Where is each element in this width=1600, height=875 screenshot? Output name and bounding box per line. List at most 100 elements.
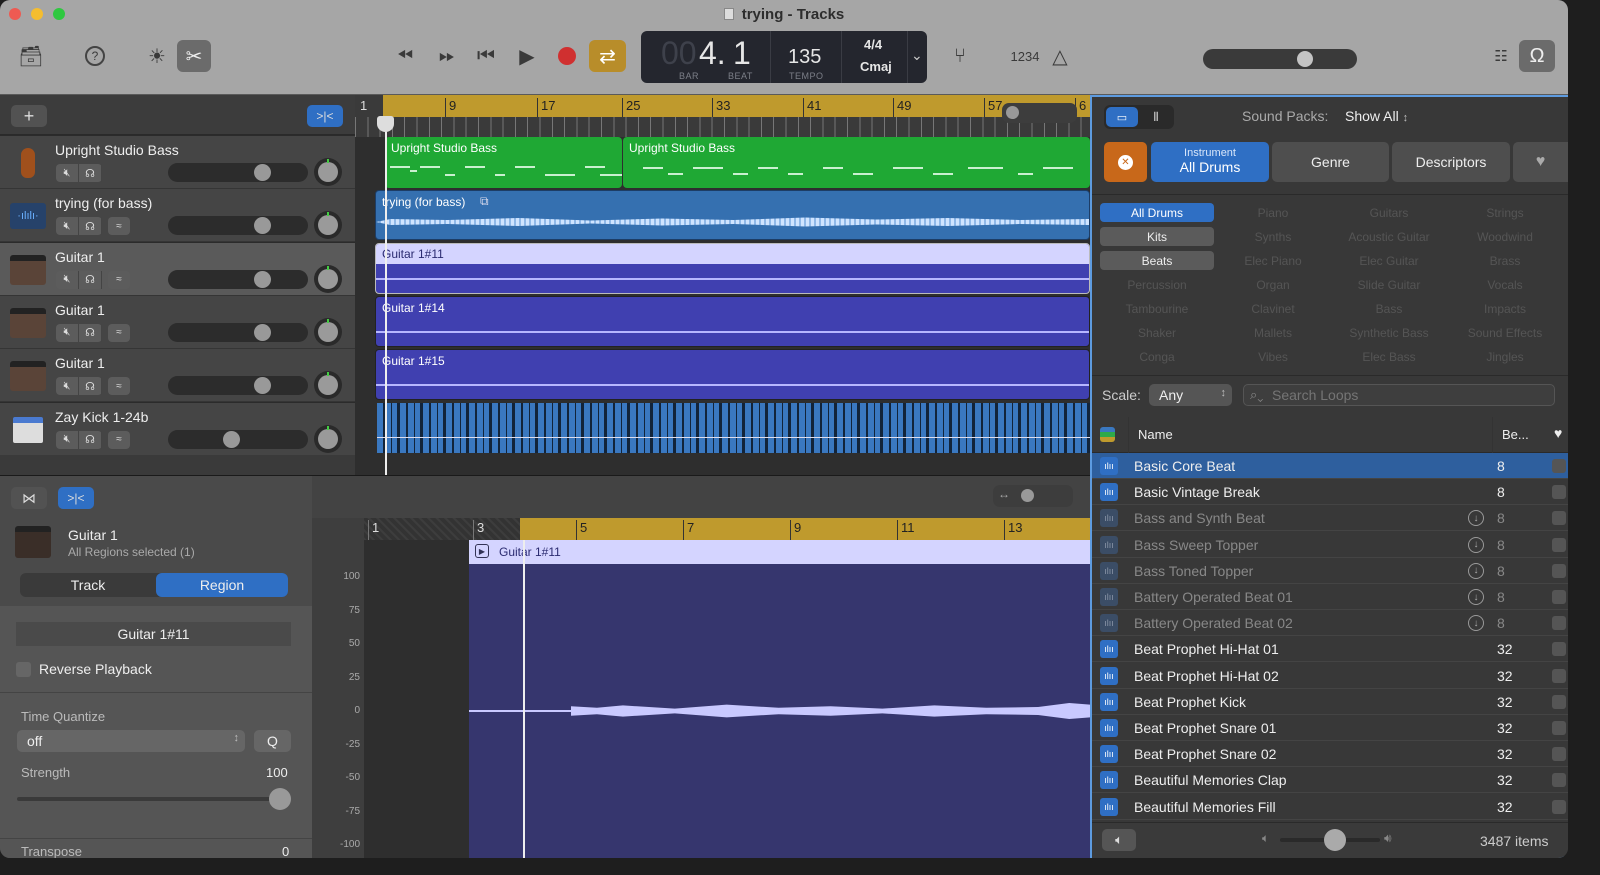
favorite-checkbox[interactable]	[1552, 642, 1566, 657]
track-volume-slider[interactable]	[168, 322, 308, 342]
catch-playhead-button[interactable]: >|<	[307, 105, 343, 127]
input-monitor-button[interactable]: ≈	[108, 270, 130, 289]
mute-button[interactable]: 🔇︎	[56, 430, 79, 449]
favorite-checkbox[interactable]	[1552, 485, 1566, 500]
category-button[interactable]: Mallets	[1216, 323, 1330, 342]
go-to-start-button[interactable]: ⏮︎	[469, 40, 503, 72]
category-button[interactable]: Conga	[1100, 347, 1214, 366]
volume-knob[interactable]	[254, 217, 272, 235]
favorite-checkbox[interactable]	[1552, 721, 1566, 735]
category-button[interactable]: Synths	[1216, 227, 1330, 246]
download-icon[interactable]: ↓	[1468, 589, 1484, 605]
track-volume-slider[interactable]	[168, 216, 308, 236]
category-button[interactable]: Slide Guitar	[1332, 275, 1446, 294]
input-monitor-button[interactable]: ≈	[108, 323, 130, 342]
category-button[interactable]: Impacts	[1448, 299, 1562, 318]
reverse-playback-checkbox[interactable]	[16, 662, 31, 677]
download-icon[interactable]: ↓	[1468, 510, 1484, 527]
midi-region-bass-2[interactable]: Upright Studio Bass	[623, 137, 1090, 188]
preview-speaker-button[interactable]: 🔈︎	[1102, 829, 1136, 851]
midi-region-bass-1[interactable]: Upright Studio Bass	[385, 137, 622, 188]
download-icon[interactable]: ↓	[1468, 615, 1484, 632]
editors-button[interactable]: ✂︎	[177, 40, 211, 72]
category-button[interactable]: Sound Effects	[1448, 323, 1562, 342]
loop-row[interactable]: ılıı Bass and Synth Beat ↓ 8	[1092, 505, 1568, 532]
descriptors-filter-tab[interactable]: Descriptors	[1392, 142, 1510, 182]
button-view-icon[interactable]: ▭	[1106, 107, 1138, 127]
library-button[interactable]: 🗃︎	[14, 40, 48, 72]
beats-column-header[interactable]: Be...	[1502, 427, 1529, 442]
genre-filter-tab[interactable]: Genre	[1272, 142, 1389, 182]
category-button[interactable]: Shaker	[1100, 323, 1214, 342]
category-button[interactable]: Guitars	[1332, 203, 1446, 222]
search-loops-input[interactable]	[1272, 386, 1542, 404]
editor-region-header[interactable]: ▶ Guitar 1#11	[469, 540, 1090, 564]
scale-select[interactable]: Any ↕	[1149, 384, 1232, 406]
loop-row[interactable]: ılıı Bass Sweep Topper ↓ 8	[1092, 532, 1568, 558]
category-button[interactable]: Elec Guitar	[1332, 251, 1446, 270]
volume-knob[interactable]	[254, 270, 272, 288]
volume-knob[interactable]	[223, 430, 241, 448]
track-header[interactable]: Guitar 1 🔇︎ ☊ ≈	[0, 242, 355, 296]
volume-knob[interactable]	[254, 323, 272, 341]
category-button[interactable]: Brass	[1448, 251, 1562, 270]
playhead[interactable]	[385, 118, 387, 475]
pan-knob[interactable]	[314, 211, 342, 240]
add-track-button[interactable]: +	[11, 105, 47, 127]
zoom-slider-knob[interactable]	[1021, 489, 1034, 502]
column-view-icon[interactable]: ⫴	[1140, 107, 1172, 127]
flex-button[interactable]: ⋈	[11, 487, 47, 509]
solo-headphones-button[interactable]: ☊	[79, 217, 102, 236]
play-button[interactable]: ▶︎	[510, 40, 544, 72]
favorite-checkbox[interactable]	[1552, 563, 1566, 578]
pan-knob[interactable]	[314, 371, 342, 400]
favorite-checkbox[interactable]	[1552, 799, 1566, 814]
category-button[interactable]: Elec Bass	[1332, 347, 1446, 366]
track-header[interactable]: Zay Kick 1-24b 🔇︎ ☊ ≈	[0, 402, 355, 456]
loop-browser-button[interactable]: Ω	[1519, 40, 1555, 72]
category-button[interactable]: All Drums	[1100, 203, 1214, 222]
track-header[interactable]: ·ılılı· trying (for bass) 🔇︎ ☊ ≈	[0, 189, 355, 243]
reset-filters-button[interactable]: ✕	[1104, 142, 1147, 182]
track-header[interactable]: Guitar 1 🔇︎ ☊ ≈	[0, 295, 355, 349]
loop-row[interactable]: ılıı Battery Operated Beat 02 ↓ 8	[1092, 610, 1568, 637]
category-button[interactable]: Vocals	[1448, 275, 1562, 294]
mute-button[interactable]: 🔇︎	[56, 323, 79, 342]
tab-region[interactable]: Region	[156, 573, 288, 597]
strength-slider[interactable]	[17, 797, 285, 801]
editor-waveform-region[interactable]	[469, 564, 1090, 858]
notepad-button[interactable]: ☷	[1484, 40, 1518, 72]
category-button[interactable]: Elec Piano	[1216, 251, 1330, 270]
download-icon[interactable]: ↓	[1468, 562, 1484, 579]
favorite-checkbox[interactable]	[1552, 616, 1566, 631]
favorite-checkbox[interactable]	[1552, 773, 1566, 788]
track-volume-slider[interactable]	[168, 429, 308, 449]
tuner-button[interactable]: ⑂	[943, 40, 977, 72]
strength-slider-knob[interactable]	[269, 788, 291, 810]
favorite-checkbox[interactable]	[1552, 668, 1566, 683]
rewind-button[interactable]: ⏪︎	[388, 40, 422, 72]
category-button[interactable]: Piano	[1216, 203, 1330, 222]
category-button[interactable]: Synthetic Bass	[1332, 323, 1446, 342]
favorite-checkbox[interactable]	[1552, 747, 1566, 762]
audio-editor-area[interactable]: 100 75 50 25 0 -25 -50 -75 -100 1 3 5 7 9 11 13 ▶ Guit…	[312, 518, 1090, 858]
favorite-checkbox[interactable]	[1552, 537, 1566, 552]
preview-volume-knob[interactable]	[1324, 829, 1346, 851]
favorites-filter-button[interactable]: ♥	[1513, 142, 1568, 182]
help-button[interactable]: ?	[78, 40, 112, 72]
audio-region-guitar-11[interactable]: Guitar 1#11	[375, 243, 1090, 294]
audio-region-guitar-15[interactable]: Guitar 1#15	[375, 349, 1090, 400]
track-volume-slider[interactable]	[168, 163, 308, 182]
solo-headphones-button[interactable]: ☊	[79, 164, 102, 182]
category-button[interactable]: Vibes	[1216, 347, 1330, 366]
drum-regions-zay-kick[interactable]	[377, 403, 1090, 453]
favorite-checkbox[interactable]	[1552, 694, 1566, 709]
editor-catch-playhead-button[interactable]: >|<	[58, 487, 94, 509]
category-button[interactable]: Tambourine	[1100, 299, 1214, 318]
sound-packs-select[interactable]: Show All ↕	[1345, 108, 1408, 124]
instrument-filter-tab[interactable]: Instrument All Drums	[1151, 142, 1269, 182]
favorite-column-heart-icon[interactable]: ♥	[1554, 425, 1562, 441]
time-quantize-select[interactable]: off ↕	[17, 730, 245, 752]
loop-row[interactable]: ılıı Beautiful Memories Fill 32	[1092, 794, 1568, 820]
input-monitor-button[interactable]: ≈	[108, 217, 130, 236]
